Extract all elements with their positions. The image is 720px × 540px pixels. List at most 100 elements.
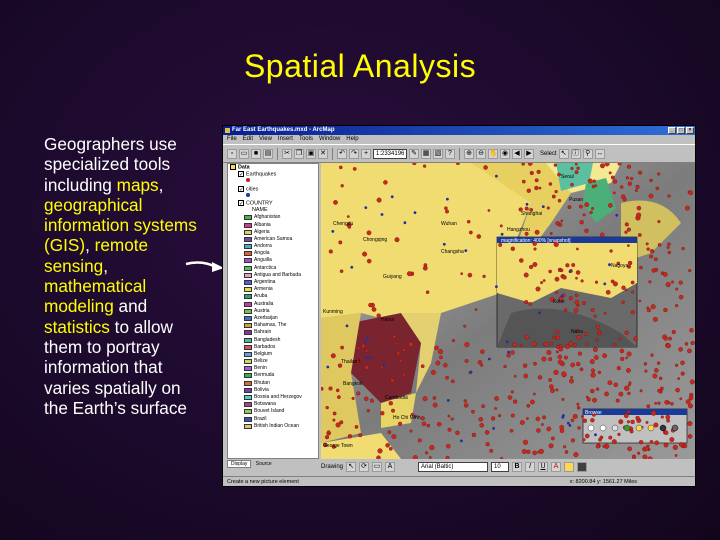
- underline-icon[interactable]: U: [538, 462, 549, 472]
- earthquake-point: [420, 364, 425, 369]
- earthquake-point: [532, 262, 538, 267]
- minimize-button[interactable]: _: [668, 127, 676, 134]
- earthquake-point: [590, 388, 595, 394]
- map-view[interactable]: magnification: 400% [snapshot] Browse Ch…: [321, 163, 695, 459]
- font-color-icon[interactable]: A: [551, 462, 562, 472]
- earthquake-point: [654, 368, 659, 373]
- country-legend-list: Afghanistan Albania Algeria American Samoa A…: [228, 214, 318, 430]
- earthquake-point: [627, 260, 633, 266]
- back-extent-icon[interactable]: ◀: [512, 148, 522, 159]
- forward-extent-icon[interactable]: ▶: [524, 148, 534, 159]
- toc-layer-earthquakes[interactable]: ✓ Earthquakes: [228, 171, 318, 178]
- find-icon[interactable]: [671, 424, 679, 432]
- earthquake-point: [559, 425, 565, 430]
- legend-swatch: [244, 380, 252, 386]
- zoom-out-icon[interactable]: ⊖: [476, 148, 486, 159]
- checkbox-icon[interactable]: ✓: [238, 185, 244, 193]
- toc-data-frame[interactable]: Data: [228, 164, 318, 171]
- save-icon[interactable]: ■: [251, 148, 261, 159]
- paste-icon[interactable]: ▣: [306, 148, 316, 159]
- tab-source[interactable]: Source: [253, 461, 275, 467]
- earthquake-point: [579, 367, 584, 372]
- window-titlebar[interactable]: Far East Earthquakes.mxd - ArcMap _ □ ×: [223, 126, 695, 135]
- earthquake-point: [592, 179, 596, 183]
- menu-edit[interactable]: Edit: [243, 135, 253, 144]
- menu-insert[interactable]: Insert: [278, 135, 293, 144]
- back-icon[interactable]: [635, 424, 643, 432]
- open-folder-icon[interactable]: ▭: [239, 148, 249, 159]
- font-size-select[interactable]: 10: [491, 462, 510, 472]
- close-button[interactable]: ×: [686, 127, 694, 134]
- zoom-in-icon[interactable]: ⊕: [464, 148, 474, 159]
- drawing-menu[interactable]: Drawing: [321, 464, 343, 470]
- whats-this-icon[interactable]: ?: [445, 148, 455, 159]
- editor-icon[interactable]: ✎: [409, 148, 419, 159]
- earthquake-point: [592, 397, 597, 403]
- line-color-icon[interactable]: [577, 462, 588, 472]
- identify-icon[interactable]: ⓘ: [570, 148, 581, 159]
- earthquake-point: [670, 402, 674, 406]
- print-icon[interactable]: ▤: [263, 148, 273, 159]
- find-icon[interactable]: ⚲: [582, 148, 593, 159]
- tab-display[interactable]: Display: [227, 460, 252, 468]
- earthquake-point: [624, 230, 628, 234]
- earthquake-point: [667, 242, 671, 246]
- bold-icon[interactable]: B: [512, 462, 523, 472]
- earthquake-point: [561, 397, 565, 401]
- menu-window[interactable]: Window: [319, 135, 340, 144]
- city-point: [345, 324, 349, 328]
- maximize-button[interactable]: □: [677, 127, 685, 134]
- forward-icon[interactable]: [647, 424, 655, 432]
- catalog-icon[interactable]: ▦: [421, 148, 431, 159]
- fill-color-icon[interactable]: [564, 462, 575, 472]
- country-legend-item: Bouvet Island: [228, 408, 318, 415]
- earthquake-point: [546, 426, 552, 432]
- earthquake-point: [658, 376, 663, 381]
- zoom-in-icon[interactable]: [587, 424, 595, 432]
- rotate-icon[interactable]: ⟳: [359, 462, 370, 472]
- checkbox-icon[interactable]: ✓: [238, 199, 244, 207]
- zoom-out-icon[interactable]: [599, 424, 607, 432]
- earthquake-point: [630, 310, 635, 315]
- earthquake-point: [645, 242, 649, 246]
- menu-file[interactable]: File: [227, 135, 237, 144]
- cut-icon[interactable]: ✂: [282, 148, 292, 159]
- legend-swatch: [244, 287, 252, 293]
- map-scale-box[interactable]: 1:2334196: [373, 148, 407, 159]
- legend-label: Anguilla: [254, 257, 272, 264]
- italic-icon[interactable]: I: [525, 462, 536, 472]
- delete-icon[interactable]: ✕: [318, 148, 328, 159]
- new-text-icon[interactable]: A: [385, 462, 396, 472]
- earthquake-point: [546, 350, 552, 355]
- slide-title: Spatial Analysis: [243, 48, 477, 84]
- toc-layer-country[interactable]: ✓ COUNTRY: [228, 199, 318, 207]
- menu-view[interactable]: View: [259, 135, 272, 144]
- legend-label: Belize: [254, 358, 268, 365]
- redo-icon[interactable]: ↷: [349, 148, 359, 159]
- measure-icon[interactable]: ↔: [594, 148, 605, 159]
- select-arrow-icon[interactable]: ↖: [558, 148, 569, 159]
- earthquake-point: [390, 378, 395, 383]
- identify-icon[interactable]: [659, 424, 667, 432]
- toc-layer-cities[interactable]: ✓ cities: [228, 185, 318, 193]
- select-label[interactable]: Select: [540, 151, 557, 157]
- pan-icon[interactable]: ✋: [488, 148, 498, 159]
- add-data-icon[interactable]: +: [361, 148, 371, 159]
- new-rectangle-icon[interactable]: ▭: [372, 462, 383, 472]
- legend-swatch: [244, 265, 252, 271]
- toolbox-icon[interactable]: ▧: [433, 148, 443, 159]
- undo-icon[interactable]: ↶: [337, 148, 347, 159]
- copy-icon[interactable]: ❐: [294, 148, 304, 159]
- full-extent-icon[interactable]: [623, 424, 631, 432]
- earthquake-point: [324, 435, 330, 440]
- full-extent-icon[interactable]: ◉: [500, 148, 510, 159]
- font-select[interactable]: Arial (Baltic): [418, 462, 489, 472]
- select-elements-icon[interactable]: ↖: [346, 462, 357, 472]
- earthquake-point: [519, 343, 523, 348]
- menu-tools[interactable]: Tools: [299, 135, 313, 144]
- menu-help[interactable]: Help: [346, 135, 358, 144]
- checkbox-icon[interactable]: ✓: [238, 171, 244, 178]
- earthquake-point: [657, 401, 661, 405]
- new-document-icon[interactable]: ▫: [227, 148, 237, 159]
- pan-icon[interactable]: [611, 424, 619, 432]
